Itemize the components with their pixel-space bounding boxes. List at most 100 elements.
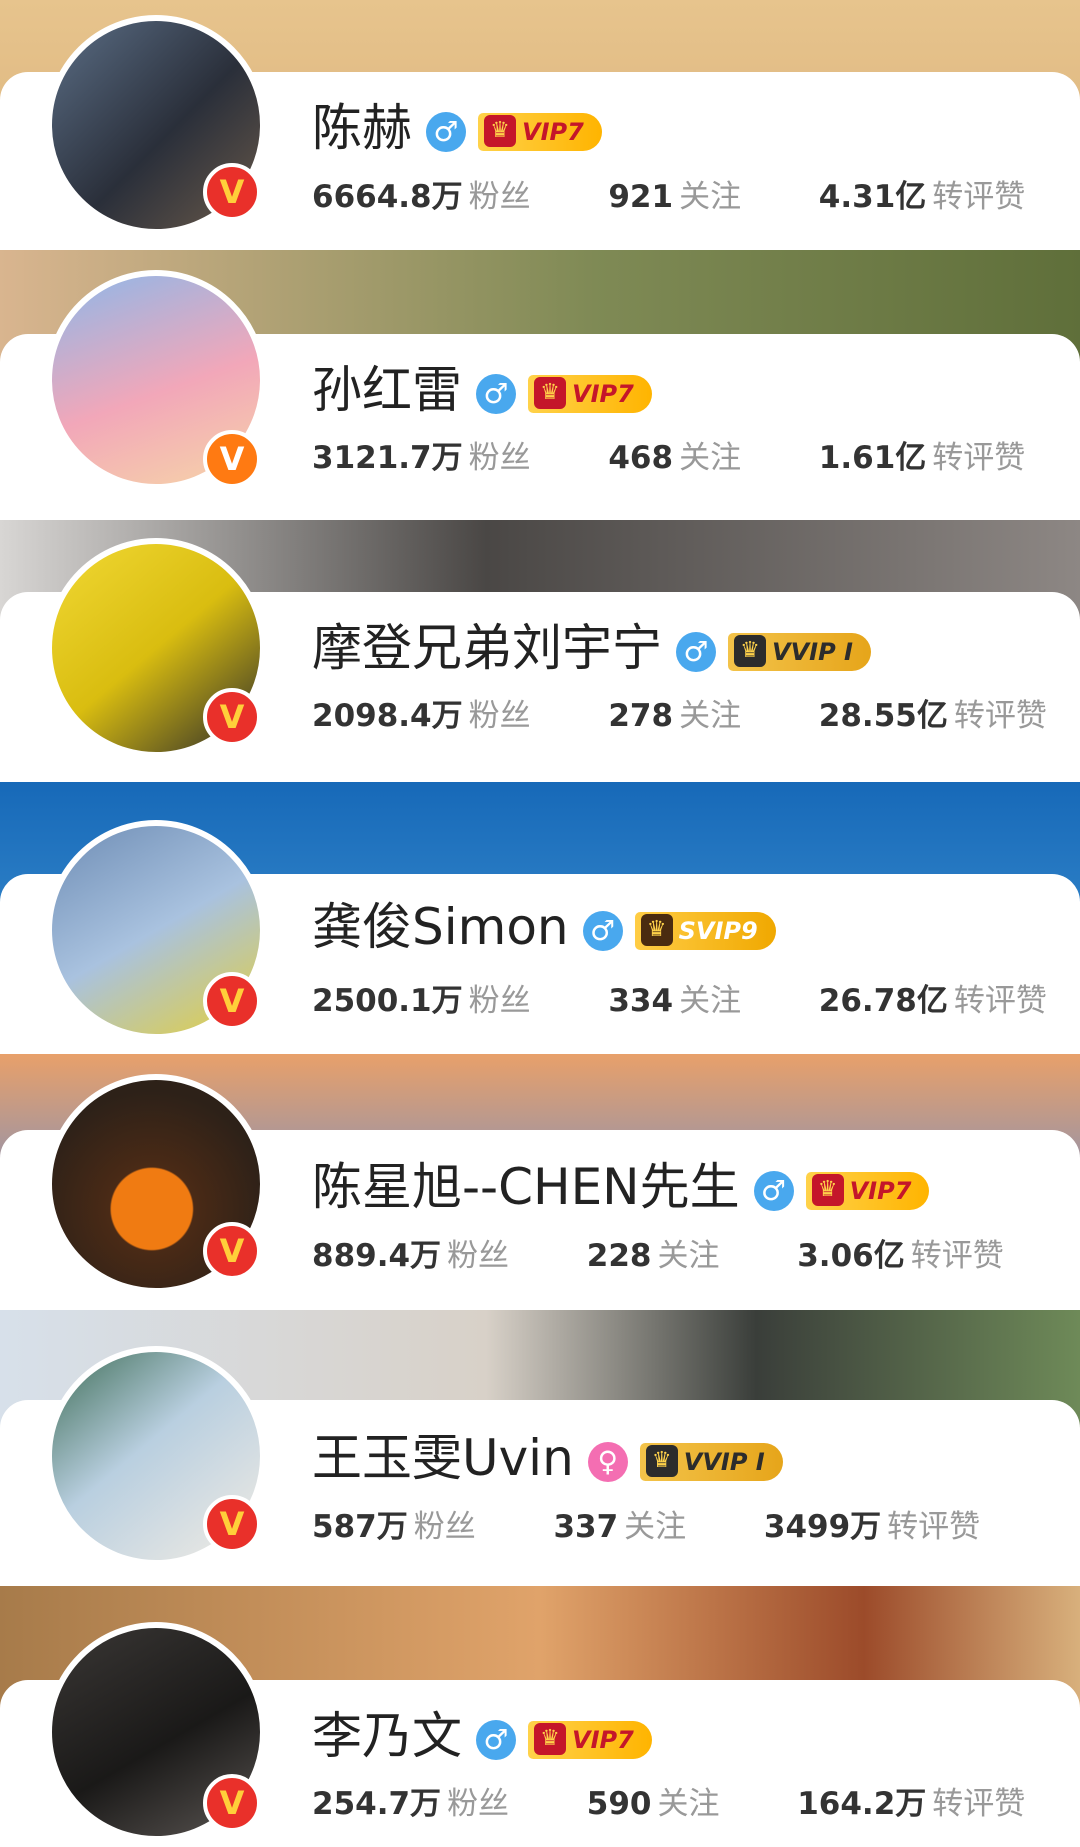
fans-count[interactable]: 2098.4万 [312,698,463,734]
vip-badge[interactable]: ♛ VIP7 [805,1171,930,1210]
verified-badge-icon: V [203,688,261,746]
crown-icon: ♛ [645,1444,678,1477]
crown-icon: ♛ [734,634,766,667]
profile-stats: 2500.1万 粉丝 334 关注 26.78亿 转评赞 [312,981,1047,1021]
follow-label: 关注 [679,179,742,215]
male-icon: ♂ [753,1170,794,1211]
profile-stats: 3121.7万 粉丝 468 关注 1.61亿 转评赞 [312,438,1025,478]
fans-count[interactable]: 3121.7万 [312,440,463,476]
profile-name-line: 摩登兄弟刘宇宁 ♂ ♛ VVIP I [312,618,871,678]
likes-count: 4.31亿 [818,179,927,215]
profile-stats: 587万 粉丝 337 关注 3499万 转评赞 [312,1507,980,1547]
fans-label: 粉丝 [447,1238,510,1274]
crown-icon: ♛ [534,376,566,409]
vip-label: SVIP9 [678,916,758,945]
vip-label: VVIP I [772,637,853,666]
follow-count[interactable]: 334 [608,983,673,1019]
likes-count: 164.2万 [797,1786,927,1822]
profile-row[interactable]: V 孙红雷 ♂ ♛ VIP7 3121.7万 粉丝 468 关注 1.61亿 转评赞 [0,250,1080,520]
vip-badge[interactable]: ♛ VVIP I [728,632,871,671]
verified-badge-icon: V [203,1774,261,1832]
follow-label: 关注 [624,1509,687,1545]
profile-row[interactable]: V 陈星旭--CHEN先生 ♂ ♛ VIP7 889.4万 粉丝 228 关注 3.06亿… [0,1054,1080,1310]
fans-count[interactable]: 6664.8万 [312,179,463,215]
profile-stats: 6664.8万 粉丝 921 关注 4.31亿 转评赞 [312,177,1025,217]
male-icon: ♂ [426,111,466,152]
male-icon: ♂ [476,373,516,414]
profile-row[interactable]: V 摩登兄弟刘宇宁 ♂ ♛ VVIP I 2098.4万 粉丝 278 关注 28.55亿… [0,520,1080,782]
verified-badge-icon: V [203,163,261,221]
follow-count[interactable]: 228 [587,1238,652,1274]
fans-label: 粉丝 [468,440,531,476]
crown-icon: ♛ [534,1722,566,1755]
likes-count: 28.55亿 [818,698,948,734]
follow-label: 关注 [679,983,742,1019]
profile-stats: 2098.4万 粉丝 278 关注 28.55亿 转评赞 [312,696,1047,736]
profile-name-line: 孙红雷 ♂ ♛ VIP7 [312,360,652,420]
likes-label: 转评赞 [953,698,1047,734]
likes-label: 转评赞 [887,1509,981,1545]
profile-name: 王玉雯Uvin [312,1429,574,1487]
vip-badge[interactable]: ♛ VIP7 [478,112,602,151]
profile-row[interactable]: V 陈赫 ♂ ♛ VIP7 6664.8万 粉丝 921 关注 4.31亿 转评赞 [0,0,1080,250]
profile-name-line: 李乃文 ♂ ♛ VIP7 [312,1706,652,1766]
fans-label: 粉丝 [413,1509,476,1545]
follow-count[interactable]: 278 [608,698,673,734]
follow-label: 关注 [657,1786,720,1822]
fans-count[interactable]: 2500.1万 [312,983,463,1019]
verified-badge-icon: V [203,972,261,1030]
vip-label: VVIP I [683,1447,765,1476]
profile-row[interactable]: V 李乃文 ♂ ♛ VIP7 254.7万 粉丝 590 关注 164.2万 转评赞 [0,1586,1080,1847]
likes-label: 转评赞 [932,1786,1026,1822]
vip-badge[interactable]: ♛ VIP7 [528,374,652,413]
follow-count[interactable]: 590 [587,1786,652,1822]
fans-count[interactable]: 254.7万 [312,1786,441,1822]
profile-name-line: 龚俊Simon ♂ ♛ SVIP9 [312,897,776,957]
profile-row[interactable]: V 王玉雯Uvin ♀ ♛ VVIP I 587万 粉丝 337 关注 3499万 转评赞 [0,1310,1080,1586]
likes-count: 3.06亿 [797,1238,905,1274]
verified-badge-icon: V [203,430,261,488]
likes-count: 1.61亿 [818,440,927,476]
profile-name-line: 陈星旭--CHEN先生 ♂ ♛ VIP7 [312,1157,930,1217]
verified-badge-icon: V [203,1495,261,1553]
follow-count[interactable]: 337 [553,1509,618,1545]
vip-badge[interactable]: ♛ VVIP I [639,1442,783,1481]
verified-badge-icon: V [203,1222,261,1280]
follow-count[interactable]: 921 [608,179,673,215]
fans-label: 粉丝 [468,698,531,734]
vip-badge[interactable]: ♛ VIP7 [528,1720,652,1759]
profile-name: 李乃文 [312,1707,462,1765]
follow-label: 关注 [679,698,742,734]
profile-name-line: 王玉雯Uvin ♀ ♛ VVIP I [312,1428,783,1488]
likes-label: 转评赞 [932,440,1026,476]
vip-label: VIP7 [522,117,584,146]
male-icon: ♂ [582,910,623,951]
fans-count[interactable]: 587万 [312,1509,408,1545]
profile-stats: 254.7万 粉丝 590 关注 164.2万 转评赞 [312,1784,1025,1824]
follow-label: 关注 [657,1238,720,1274]
profile-name: 陈赫 [312,99,412,157]
fans-label: 粉丝 [468,983,531,1019]
follow-count[interactable]: 468 [608,440,673,476]
crown-icon: ♛ [811,1173,844,1206]
male-icon: ♂ [676,631,716,672]
fans-label: 粉丝 [447,1786,510,1822]
profile-name: 龚俊Simon [312,898,569,956]
female-icon: ♀ [587,1441,628,1482]
vip-badge[interactable]: ♛ SVIP9 [634,911,776,950]
profile-row[interactable]: V 龚俊Simon ♂ ♛ SVIP9 2500.1万 粉丝 334 关注 26.78亿转… [0,782,1080,1054]
crown-icon: ♛ [484,114,516,147]
crown-icon: ♛ [640,913,673,946]
likes-label: 转评赞 [953,983,1047,1019]
profile-name: 摩登兄弟刘宇宁 [312,619,662,677]
fans-count[interactable]: 889.4万 [312,1238,441,1274]
profile-name: 陈星旭--CHEN先生 [312,1158,740,1216]
profile-name-line: 陈赫 ♂ ♛ VIP7 [312,98,602,158]
vip-label: VIP7 [572,379,634,408]
follow-label: 关注 [679,440,742,476]
likes-label: 转评赞 [932,179,1026,215]
vip-label: VIP7 [572,1725,634,1754]
profile-stats: 889.4万 粉丝 228 关注 3.06亿 转评赞 [312,1236,1004,1276]
fans-label: 粉丝 [468,179,531,215]
likes-count: 26.78亿 [818,983,948,1019]
